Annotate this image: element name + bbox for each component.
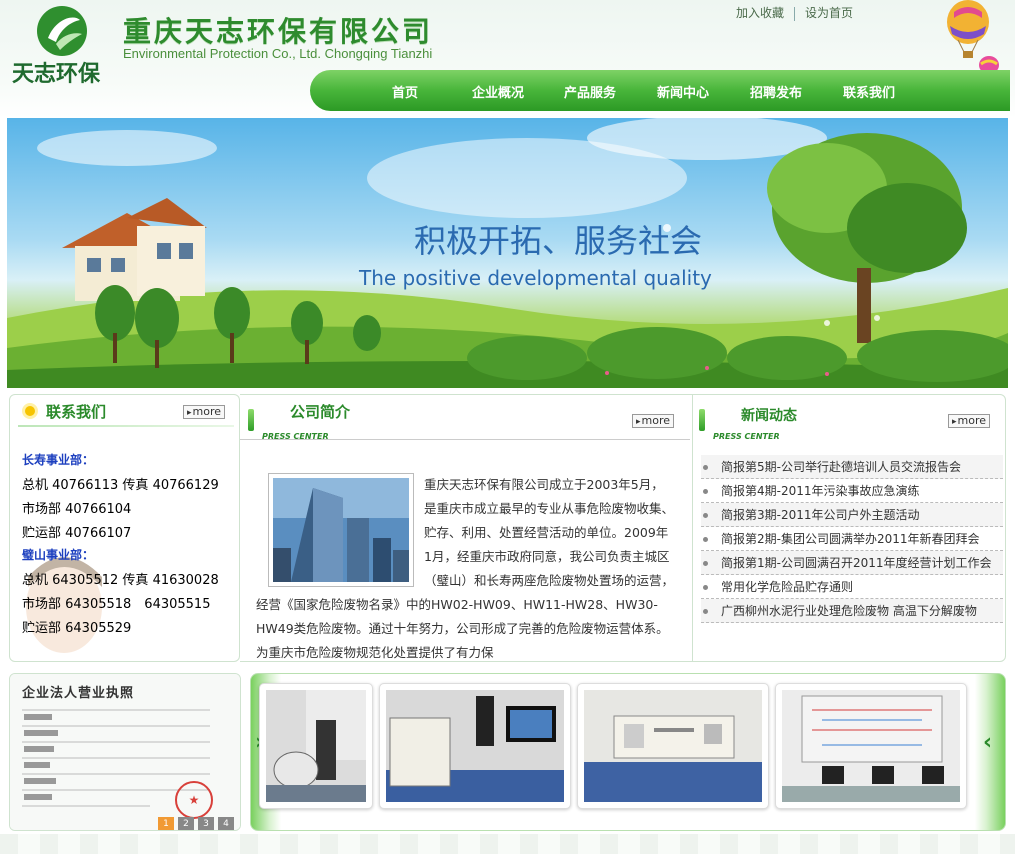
news-item[interactable]: 简报第2期-集团公司圆满举办2011年新春团拜会 <box>701 527 1003 551</box>
add-favorite-link[interactable]: 加入收藏 <box>736 4 784 21</box>
license-image[interactable]: 企业法人营业执照 ★ <box>10 674 240 830</box>
nav-products[interactable]: 产品服务 <box>564 82 616 101</box>
top-links: 加入收藏 设为首页 <box>736 4 853 21</box>
news-item[interactable]: 简报第4期-2011年污染事故应急演练 <box>701 479 1003 503</box>
arrow-left-icon[interactable]: ‹ <box>983 730 992 755</box>
site-header: 天志环保 重庆天志环保有限公司 Environmental Protection… <box>0 0 1015 118</box>
news-more-button[interactable]: more <box>948 414 991 428</box>
license-document: ★ <box>22 709 213 819</box>
pager-button-4[interactable]: 4 <box>218 817 234 830</box>
gallery-photo-1[interactable] <box>259 683 373 809</box>
contact-panel: 联系我们 more 长寿事业部： 总机 40766113 传真 40766129… <box>9 394 240 662</box>
news-item[interactable]: 常用化学危险品贮存通则 <box>701 575 1003 599</box>
banner-slogan-cn: 积极开拓、服务社会 <box>414 222 703 260</box>
news-title: 新闻动态 <box>741 408 797 424</box>
section-marker-icon <box>699 409 705 431</box>
news-list: 简报第5期-公司举行赴德培训人员交流报告会 简报第4期-2011年污染事故应急演… <box>701 455 1003 623</box>
news-item[interactable]: 简报第3期-2011年公司户外主题活动 <box>701 503 1003 527</box>
bullet-icon <box>22 403 38 419</box>
nav-contact[interactable]: 联系我们 <box>843 82 895 101</box>
analyzer-photo <box>386 690 564 802</box>
contact-line: 市场部 40766104 <box>22 502 132 517</box>
footer-skyline <box>0 834 1015 854</box>
nav-news[interactable]: 新闻中心 <box>657 82 709 101</box>
contact-line: 长寿事业部： <box>22 453 95 467</box>
contact-title: 联系我们 <box>46 403 107 421</box>
laboratory-bench-photo <box>584 690 762 802</box>
company-name-cn: 重庆天志环保有限公司 <box>123 15 434 48</box>
contact-line: 贮运部 64305529 <box>22 621 132 636</box>
pager-button-3[interactable]: 3 <box>198 817 214 830</box>
contact-line: 总机 40766113 传真 40766129 <box>22 478 219 493</box>
contact-more-button[interactable]: more <box>183 405 226 419</box>
lab-equipment-photo <box>266 690 366 802</box>
logo-text: 天志环保 <box>12 61 101 87</box>
news-subtitle: PRESS CENTER <box>713 432 780 441</box>
gallery-photo-4[interactable] <box>775 683 967 809</box>
company-profile-panel: 公司简介 PRESS CENTER more 重庆天志环保有限公司成立于2003… <box>240 394 692 662</box>
gallery-photo-3[interactable] <box>577 683 769 809</box>
set-homepage-link[interactable]: 设为首页 <box>805 4 853 21</box>
contact-line: 璧山事业部： <box>22 548 95 562</box>
news-item[interactable]: 广西柳州水泥行业处理危险废物 高温下分解废物 <box>701 599 1003 623</box>
section-marker-icon <box>248 409 254 431</box>
news-panel: 新闻动态 PRESS CENTER more 简报第5期-公司举行赴德培训人员交… <box>692 394 1006 662</box>
building-image <box>273 478 409 582</box>
nav-jobs[interactable]: 招聘发布 <box>750 82 802 101</box>
profile-more-button[interactable]: more <box>632 414 675 428</box>
profile-title: 公司简介 <box>290 403 351 421</box>
building-photo <box>268 473 414 587</box>
profile-divider <box>240 439 690 440</box>
contact-line: 市场部 64305518 64305515 <box>22 597 211 612</box>
top-links-divider <box>794 6 796 21</box>
contact-line: 贮运部 40766107 <box>22 526 132 541</box>
nav-home[interactable]: 首页 <box>392 82 418 101</box>
news-item[interactable]: 简报第1期-公司圆满召开2011年度经营计划工作会 <box>701 551 1003 575</box>
hot-air-balloon-icon <box>947 0 989 58</box>
license-caption: 企业法人营业执照 <box>22 686 135 701</box>
control-room-photo <box>782 690 960 802</box>
news-item[interactable]: 简报第5期-公司举行赴德培训人员交流报告会 <box>701 455 1003 479</box>
contact-divider <box>18 425 234 427</box>
nav-about[interactable]: 企业概况 <box>472 82 524 101</box>
business-license-panel: 企业法人营业执照 ★ 1 2 3 4 <box>9 673 241 831</box>
logo-icon <box>37 6 87 56</box>
svg-text:★: ★ <box>189 793 200 807</box>
photo-gallery: › <box>250 673 1006 831</box>
company-name-en: Environmental Protection Co., Ltd. Chong… <box>123 46 433 61</box>
banner-slogan-en: The positive developmental quality <box>359 266 712 290</box>
pager-button-1[interactable]: 1 <box>158 817 174 830</box>
pager-button-2[interactable]: 2 <box>178 817 194 830</box>
contact-line: 总机 64305512 传真 41630028 <box>22 573 219 588</box>
main-nav: 首页 企业概况 产品服务 新闻中心 招聘发布 联系我们 <box>310 70 1010 111</box>
gallery-photo-2[interactable] <box>379 683 571 809</box>
hero-banner: 积极开拓、服务社会 The positive developmental qua… <box>7 118 1008 388</box>
